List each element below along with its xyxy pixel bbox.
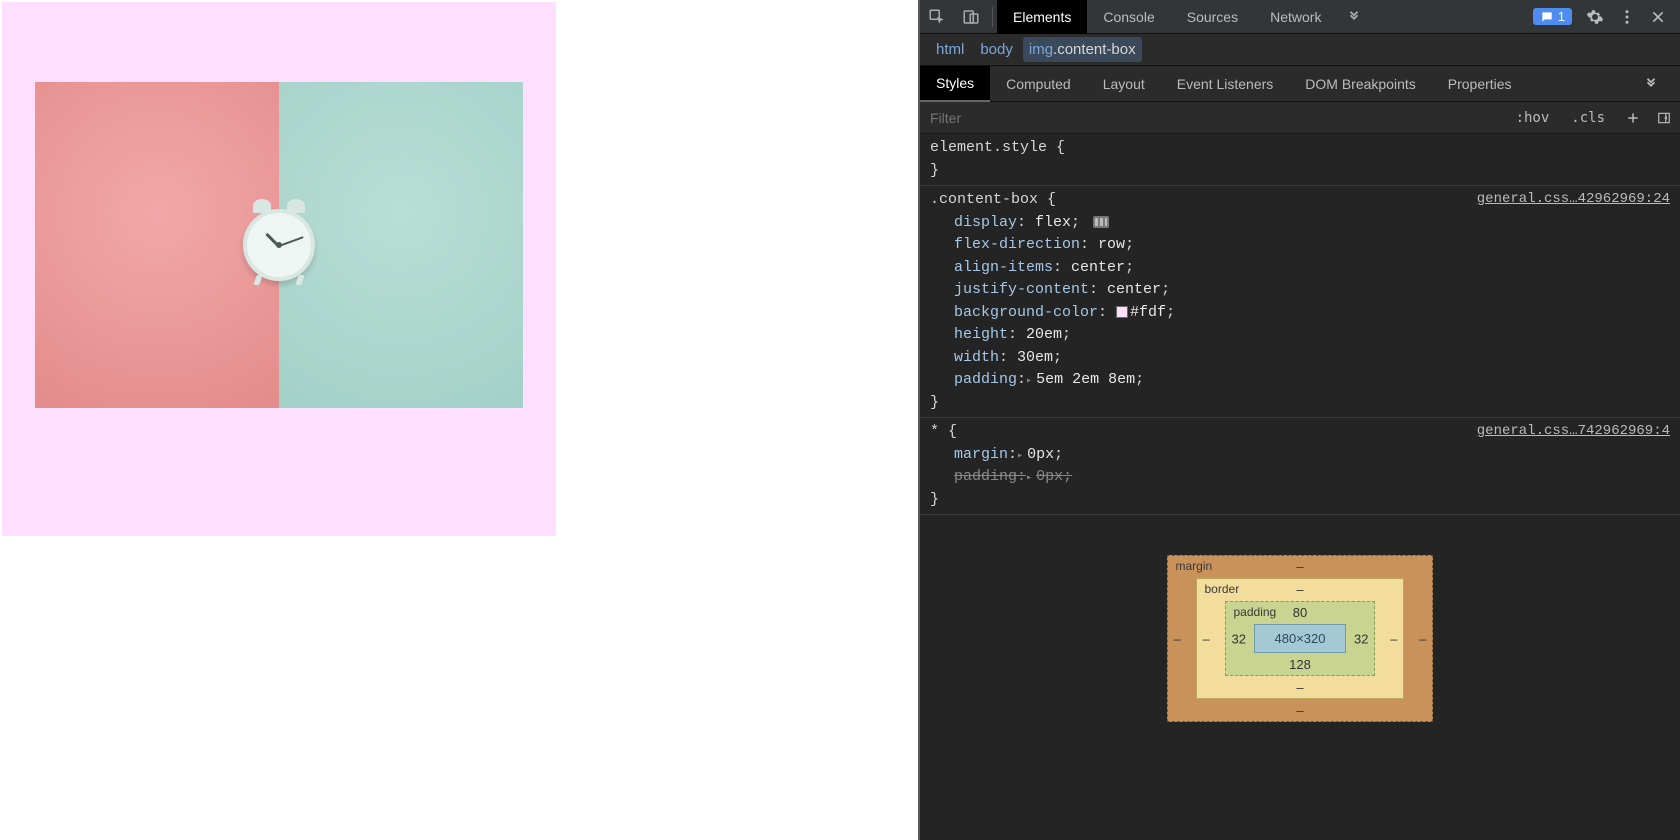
subtab-computed[interactable]: Computed (990, 66, 1087, 102)
padding-bottom-value: 128 (1289, 657, 1311, 672)
border-bottom-value: – (1296, 680, 1303, 695)
settings-icon[interactable] (1586, 8, 1604, 26)
margin-bottom-value: – (1296, 703, 1303, 718)
subtab-properties[interactable]: Properties (1432, 66, 1528, 102)
tab-sources[interactable]: Sources (1171, 0, 1254, 34)
new-style-rule-icon[interactable] (1618, 111, 1648, 125)
box-model-content[interactable]: 480×320 (1254, 624, 1347, 653)
decl-flex-direction[interactable]: flex-direction: row; (930, 234, 1670, 257)
margin-top-value: – (1296, 559, 1303, 574)
flex-editor-icon[interactable] (1093, 216, 1109, 228)
border-label: border (1205, 582, 1240, 596)
margin-left-value: – (1174, 631, 1181, 646)
box-model-diagram[interactable]: margin – – – – border – – – – padding 80… (1167, 555, 1434, 722)
issues-badge[interactable]: 1 (1533, 8, 1572, 25)
border-right-value: – (1390, 631, 1397, 646)
topbar-separator (992, 7, 993, 27)
breadcrumb-selected[interactable]: img.content-box (1023, 37, 1142, 62)
decl-padding[interactable]: padding:▸5em 2em 8em; (930, 369, 1670, 392)
hov-toggle[interactable]: :hov (1507, 107, 1559, 129)
source-link-universal[interactable]: general.css…742962969:4 (1477, 421, 1670, 442)
clock-center (276, 242, 282, 248)
content-dimensions: 480×320 (1275, 631, 1326, 646)
expand-shorthand-icon[interactable]: ▸ (1026, 473, 1032, 484)
dom-breadcrumb[interactable]: html body img.content-box (920, 34, 1680, 66)
content-box-element (2, 2, 556, 536)
border-top-value: – (1296, 582, 1303, 597)
expand-shorthand-icon[interactable]: ▸ (1017, 451, 1023, 462)
css-rules: element.style { } general.css…42962969:2… (920, 134, 1680, 515)
subtab-dom-breakpoints[interactable]: DOM Breakpoints (1289, 66, 1431, 102)
padding-label: padding (1234, 605, 1277, 619)
border-left-value: – (1203, 631, 1210, 646)
margin-right-value: – (1419, 631, 1426, 646)
inspect-element-icon[interactable] (920, 0, 954, 34)
decl-background-color[interactable]: background-color: #fdf; (930, 302, 1670, 325)
expand-shorthand-icon[interactable]: ▸ (1026, 376, 1032, 387)
tab-console[interactable]: Console (1087, 0, 1170, 34)
computed-sidebar-icon[interactable] (1648, 111, 1680, 125)
tab-network[interactable]: Network (1254, 0, 1337, 34)
rule-universal[interactable]: general.css…742962969:4 * { margin:▸0px;… (920, 418, 1680, 515)
padding-top-value: 80 (1293, 605, 1307, 620)
padding-right-value: 32 (1354, 631, 1368, 646)
margin-label: margin (1176, 559, 1213, 573)
breadcrumb-html[interactable]: html (930, 37, 970, 62)
devtools-topbar: Elements Console Sources Network 1 (920, 0, 1680, 34)
more-subtabs-icon[interactable] (1644, 77, 1680, 91)
more-tabs-icon[interactable] (1337, 0, 1371, 34)
subtab-layout[interactable]: Layout (1087, 66, 1161, 102)
decl-margin[interactable]: margin:▸0px; (930, 444, 1670, 467)
source-link-content-box[interactable]: general.css…42962969:24 (1477, 189, 1670, 210)
decl-align-items[interactable]: align-items: center; (930, 257, 1670, 280)
filter-input[interactable] (920, 110, 1507, 126)
box-model-border[interactable]: border – – – – padding 80 128 32 32 480×… (1196, 578, 1405, 699)
decl-height[interactable]: height: 20em; (930, 324, 1670, 347)
alarm-clock (243, 209, 315, 281)
subtab-styles[interactable]: Styles (920, 66, 990, 102)
tab-elements[interactable]: Elements (997, 0, 1087, 34)
padding-left-value: 32 (1232, 631, 1246, 646)
issues-count: 1 (1558, 9, 1565, 24)
box-model-padding[interactable]: padding 80 128 32 32 480×320 (1225, 601, 1376, 676)
cls-toggle[interactable]: .cls (1562, 107, 1614, 129)
minute-hand (279, 236, 304, 247)
filter-bar: :hov .cls (920, 102, 1680, 134)
styles-subtabs: Styles Computed Layout Event Listeners D… (920, 66, 1680, 102)
decl-padding-overridden[interactable]: padding:▸0px; (930, 466, 1670, 489)
rule-content-box[interactable]: general.css…42962969:24 .content-box { d… (920, 186, 1680, 418)
rendered-page (0, 0, 918, 840)
decl-display[interactable]: display: flex; (930, 212, 1670, 235)
breadcrumb-body[interactable]: body (974, 37, 1019, 62)
clock-photo (35, 82, 523, 408)
device-toolbar-icon[interactable] (954, 0, 988, 34)
decl-justify-content[interactable]: justify-content: center; (930, 279, 1670, 302)
rule-element-style[interactable]: element.style { } (920, 134, 1680, 186)
box-model-panel: margin – – – – border – – – – padding 80… (920, 515, 1680, 840)
photo-right-half (279, 82, 523, 408)
decl-width[interactable]: width: 30em; (930, 347, 1670, 370)
subtab-event-listeners[interactable]: Event Listeners (1161, 66, 1290, 102)
devtools-panel: Elements Console Sources Network 1 html … (918, 0, 1680, 840)
color-swatch-icon[interactable] (1116, 306, 1128, 318)
box-model-margin[interactable]: margin – – – – border – – – – padding 80… (1167, 555, 1434, 722)
close-devtools-icon[interactable] (1650, 9, 1666, 25)
kebab-menu-icon[interactable] (1618, 8, 1636, 26)
